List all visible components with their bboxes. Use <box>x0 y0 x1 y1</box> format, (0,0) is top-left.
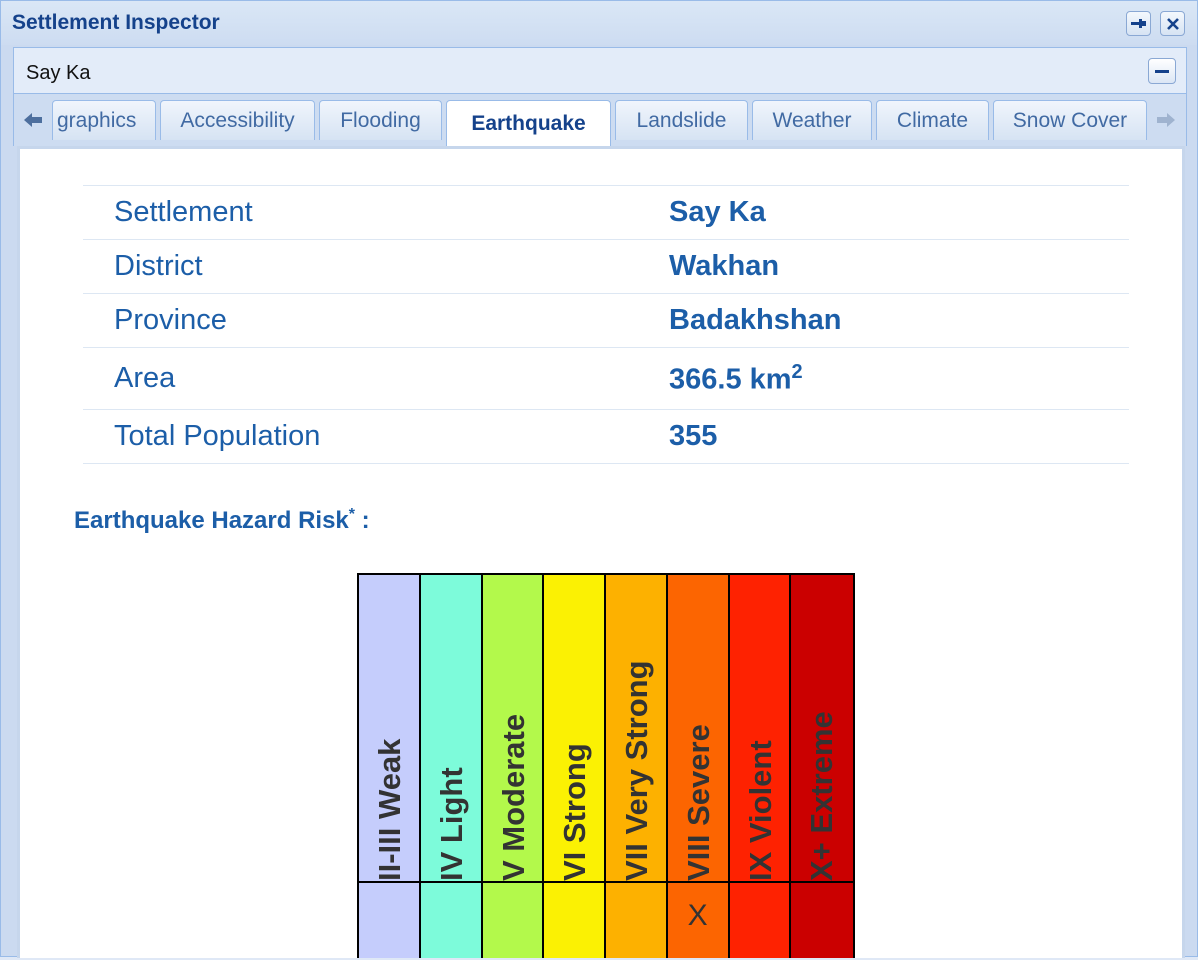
intensity-column: VI Strong <box>544 575 606 958</box>
tab-label: Earthquake <box>471 111 586 135</box>
collapse-button[interactable] <box>1148 58 1176 84</box>
tab-accessibility[interactable]: Accessibility <box>160 100 315 140</box>
tab-label: Snow Cover <box>1012 108 1128 132</box>
info-value: Wakhan <box>669 239 1129 294</box>
tab-strip: graphics Accessibility Flooding Earthqua… <box>13 94 1187 146</box>
pin-icon[interactable] <box>1126 11 1151 36</box>
intensity-header-cell: V Moderate <box>482 575 543 883</box>
table-row: Province Badakhshan <box>83 293 1129 348</box>
intensity-header-cell: VII Very Strong <box>606 575 666 883</box>
tab-label: Accessibility <box>180 108 295 132</box>
intensity-label: V Moderate <box>495 713 531 881</box>
close-icon[interactable] <box>1160 11 1185 36</box>
intensity-column: II-III Weak <box>359 575 421 958</box>
settlement-header: Say Ka <box>13 47 1187 94</box>
intensity-header-cell: X+ Extreme <box>791 575 853 883</box>
settlement-inspector-window: Settlement Inspector Say Ka graphics Acc… <box>0 0 1198 958</box>
intensity-label: IX Violent <box>742 740 778 881</box>
intensity-header-cell: IV Light <box>420 575 481 883</box>
table-row: Area 366.5 km2 <box>83 347 1129 410</box>
intensity-header-cell: VI Strong <box>544 575 604 883</box>
info-value: Say Ka <box>669 185 1129 240</box>
window-title: Settlement Inspector <box>12 11 220 34</box>
info-label: Area <box>83 347 669 410</box>
area-unit-exponent: 2 <box>791 360 803 383</box>
tab-snow-cover[interactable]: Snow Cover <box>993 100 1147 140</box>
minus-icon <box>1155 69 1169 73</box>
tab-demographics[interactable]: graphics <box>52 100 156 140</box>
intensity-header-cell: II-III Weak <box>359 575 419 883</box>
intensity-risk-cell: X <box>687 899 708 932</box>
hazard-heading-text: Earthquake Hazard Risk <box>74 507 349 534</box>
intensity-label: VI Strong <box>557 743 593 881</box>
tab-label: Landslide <box>636 108 727 132</box>
intensity-scale-table: II-III Weak IV Light V Moderate VI Strong VI… <box>357 573 855 958</box>
table-row: Total Population 355 <box>83 409 1129 464</box>
intensity-label: II-III Weak <box>372 738 407 881</box>
tab-label: graphics <box>57 108 137 132</box>
info-label: District <box>83 239 669 294</box>
tab-climate[interactable]: Climate <box>876 100 989 140</box>
intensity-label: IV Light <box>433 767 469 881</box>
area-value: 366.5 km <box>669 363 792 396</box>
intensity-column: IX Violent <box>729 575 792 960</box>
tab-label: Climate <box>896 108 969 132</box>
arrow-right-icon[interactable] <box>1150 102 1182 138</box>
intensity-column: X+ Extreme <box>791 575 853 958</box>
intensity-label: X+ Extreme <box>804 711 840 881</box>
hazard-heading: Earthquake Hazard Risk* : <box>74 506 370 535</box>
window-titlebar[interactable]: Settlement Inspector <box>1 1 1197 45</box>
intensity-column: VIII Severe X <box>667 575 730 958</box>
intensity-header-cell: VIII Severe <box>667 575 728 883</box>
table-row: Settlement Say Ka <box>83 185 1129 240</box>
intensity-risk-cell <box>359 883 419 960</box>
info-label: Province <box>83 293 669 348</box>
intensity-risk-cell <box>730 883 790 960</box>
info-value: 355 <box>669 409 1129 464</box>
intensity-label: VIII Severe <box>680 724 716 881</box>
settlement-name-header: Say Ka <box>26 62 91 84</box>
tab-flooding[interactable]: Flooding <box>319 100 442 140</box>
tab-label: Weather <box>772 108 852 132</box>
info-value: 366.5 km2 <box>669 347 1129 410</box>
intensity-column: V Moderate <box>482 575 545 960</box>
info-label: Settlement <box>83 185 669 240</box>
hazard-heading-suffix: : <box>355 507 370 534</box>
tab-earthquake[interactable]: Earthquake <box>446 100 611 146</box>
intensity-column: VII Very Strong <box>606 575 668 958</box>
intensity-column: IV Light <box>420 575 483 960</box>
arrow-left-icon[interactable] <box>17 102 49 138</box>
table-row: District Wakhan <box>83 239 1129 294</box>
tab-weather[interactable]: Weather <box>752 100 872 140</box>
info-label: Total Population <box>83 409 669 464</box>
intensity-risk-cell <box>791 883 853 960</box>
intensity-risk-cell <box>606 883 666 960</box>
intensity-label: VII Very Strong <box>619 660 654 881</box>
info-value: Badakhshan <box>669 293 1129 348</box>
tab-landslide[interactable]: Landslide <box>615 100 748 140</box>
intensity-header-cell: IX Violent <box>729 575 790 883</box>
settlement-info-table: Settlement Say Ka District Wakhan Provin… <box>83 185 1129 464</box>
intensity-risk-cell <box>421 883 481 960</box>
intensity-risk-cell <box>483 883 543 960</box>
intensity-risk-cell <box>544 883 604 960</box>
tab-label: Flooding <box>340 108 421 132</box>
